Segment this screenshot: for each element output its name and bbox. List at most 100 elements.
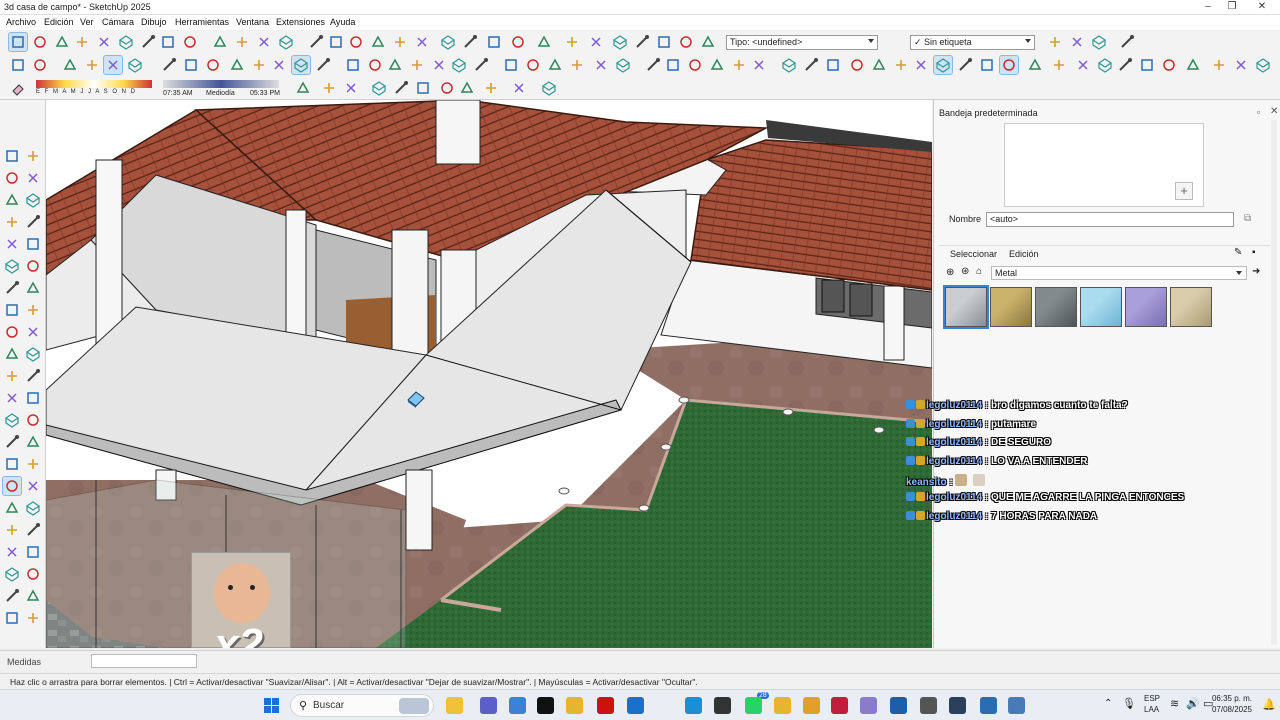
toolbar-tool-3-icon[interactable] [53, 33, 71, 51]
toolbar-view-34-icon[interactable] [780, 56, 798, 74]
left-tool-20-icon[interactable] [24, 345, 42, 363]
toolbar-view-46-icon[interactable] [1050, 56, 1068, 74]
left-tool-21-icon[interactable] [3, 367, 21, 385]
toolbar-view-15-icon[interactable] [344, 56, 362, 74]
toolbar-view-28-icon[interactable] [644, 56, 662, 74]
left-tool-15-icon[interactable] [3, 301, 21, 319]
details-icon[interactable]: ▪ [1252, 247, 1256, 258]
toolbar-tool-23-icon[interactable] [509, 33, 527, 51]
toolbar-view-37-icon[interactable] [848, 56, 866, 74]
swatch-metal-gold[interactable] [990, 287, 1032, 327]
pin-icon[interactable]: ▫ [1257, 107, 1260, 117]
sketchup-app-icon[interactable] [890, 697, 907, 714]
toolbar-view-52-icon[interactable] [1184, 56, 1202, 74]
left-tool-29-icon[interactable] [3, 455, 21, 473]
toolbar-tool-13-icon[interactable] [277, 33, 295, 51]
toolbar-view-23-icon[interactable] [524, 56, 542, 74]
measurements-input[interactable] [91, 654, 197, 668]
left-tool-32-icon[interactable] [24, 477, 42, 495]
toolbar-view-19-icon[interactable] [430, 56, 448, 74]
toolbar-tool-5-icon[interactable] [95, 33, 113, 51]
create-material-icon[interactable]: + [1175, 182, 1193, 200]
store-app-icon[interactable] [509, 697, 526, 714]
swatch-metal-aluminum[interactable] [943, 285, 989, 329]
left-tool-37-icon[interactable] [3, 543, 21, 561]
file-explorer-app-icon[interactable] [446, 697, 463, 714]
edge-app-icon[interactable] [685, 697, 702, 714]
left-tool-26-icon[interactable] [24, 411, 42, 429]
toolbar-style-5-icon[interactable] [392, 79, 410, 97]
lang-primary[interactable]: ESP [1144, 694, 1160, 703]
toolbar-view-25-icon[interactable] [568, 56, 586, 74]
left-tool-35-icon[interactable] [3, 521, 21, 539]
toolbar-tool-19-icon[interactable] [413, 33, 431, 51]
toolbar-view-14-icon[interactable] [314, 56, 332, 74]
left-tool-33-icon[interactable] [3, 499, 21, 517]
toolbar-view-24-icon[interactable] [546, 56, 564, 74]
toolbar-view-16-icon[interactable] [366, 56, 384, 74]
toolbar-tool-22-icon[interactable] [485, 33, 503, 51]
toolbar-view-43-icon[interactable] [978, 56, 996, 74]
toolbar-view-40-icon[interactable] [912, 56, 930, 74]
toolbar-view-22-icon[interactable] [502, 56, 520, 74]
left-tool-41-icon[interactable] [3, 587, 21, 605]
toolbar-view-33-icon[interactable] [750, 56, 768, 74]
3d-viewport[interactable]: x2 [46, 100, 932, 648]
toolbar-view-51-icon[interactable] [1160, 56, 1178, 74]
menu-archivo[interactable]: Archivo [6, 17, 36, 27]
toolbar-tool-27-icon[interactable] [611, 33, 629, 51]
chevron-up-icon[interactable]: ⌃ [1104, 698, 1112, 709]
toolbar-view-11-icon[interactable] [250, 56, 268, 74]
chrome-app-icon[interactable] [803, 697, 820, 714]
notification-bell-icon[interactable]: 🔔 [1262, 698, 1276, 711]
back-icon[interactable]: ⊕ [946, 267, 954, 278]
toolbar-view-44-icon[interactable] [999, 55, 1019, 75]
toolbar-view-1-icon[interactable] [9, 56, 27, 74]
toolbar-tool-9-icon[interactable] [181, 33, 199, 51]
toolbar-view-2-icon[interactable] [31, 56, 49, 74]
toolbar-style-2-icon[interactable] [320, 79, 338, 97]
left-tool-12-icon[interactable] [24, 257, 42, 275]
tag-tool-1-icon[interactable] [1046, 33, 1064, 51]
left-tool-44-icon[interactable] [24, 609, 42, 627]
toolbar-tool-2-icon[interactable] [31, 33, 49, 51]
left-tool-2-icon[interactable] [24, 147, 42, 165]
toolbar-tool-12-icon[interactable] [255, 33, 273, 51]
toolbar-view-21-icon[interactable] [472, 56, 490, 74]
toolbar-style-10-icon[interactable] [510, 79, 528, 97]
minimize-button[interactable]: – [1196, 1, 1220, 13]
menu-ayuda[interactable]: Ayuda [330, 17, 355, 27]
windows-start-icon[interactable] [264, 698, 280, 714]
steam-app-icon[interactable] [949, 697, 966, 714]
toolbar-view-47-icon[interactable] [1074, 56, 1092, 74]
toolbar-view-9-icon[interactable] [204, 56, 222, 74]
toolbar-tool-31-icon[interactable] [699, 33, 717, 51]
maximize-button[interactable]: ❐ [1220, 1, 1244, 13]
toolbar-view-35-icon[interactable] [802, 56, 820, 74]
left-tool-34-icon[interactable] [24, 499, 42, 517]
tag-tool-2-icon[interactable] [1068, 33, 1086, 51]
toolbar-view-27-icon[interactable] [614, 56, 632, 74]
left-tool-28-icon[interactable] [24, 433, 42, 451]
calculator-app-icon[interactable] [920, 697, 937, 714]
toolbar-style-8-icon[interactable] [458, 79, 476, 97]
tab-edit[interactable]: Edición [1009, 249, 1039, 259]
toolbar-view-36-icon[interactable] [824, 56, 842, 74]
wifi-icon[interactable]: ≋ [1170, 697, 1179, 710]
toolbar-tool-6-icon[interactable] [117, 33, 135, 51]
tiktok-app-icon[interactable] [537, 697, 554, 714]
outlook-app-icon[interactable] [627, 697, 644, 714]
left-tool-19-icon[interactable] [3, 345, 21, 363]
toolbar-view-20-icon[interactable] [450, 56, 468, 74]
sample-paint-icon[interactable]: ✎ [1234, 247, 1242, 258]
toolbar-view-10-icon[interactable] [228, 56, 246, 74]
autocad-app-icon[interactable] [831, 697, 848, 714]
toolbar-view-50-icon[interactable] [1138, 56, 1156, 74]
toolbar-tool-29-icon[interactable] [655, 33, 673, 51]
close-tray-icon[interactable]: ✕ [1270, 106, 1278, 117]
left-tool-11-icon[interactable] [3, 257, 21, 275]
left-tool-14-icon[interactable] [24, 279, 42, 297]
toolbar-tool-25-icon[interactable] [563, 33, 581, 51]
toolbar-view-17-icon[interactable] [386, 56, 404, 74]
toolbar-view-26-icon[interactable] [592, 56, 610, 74]
